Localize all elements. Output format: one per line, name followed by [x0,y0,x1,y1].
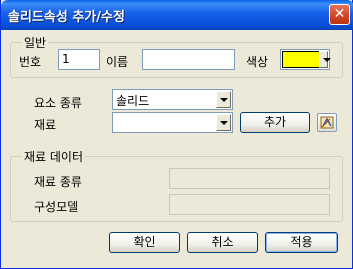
element-type-value: 솔리드 [116,94,150,108]
window-title: 솔리드속성 추가/수정 [8,10,125,25]
close-button[interactable]: ✕ [329,4,350,25]
chevron-down-icon[interactable] [216,91,231,108]
element-type-label: 요소 종류 [34,96,82,110]
general-group-legend: 일반 [22,34,49,51]
number-field[interactable]: 1 [58,49,100,70]
color-label: 색상 [246,55,269,69]
title-bar[interactable]: 솔리드속성 추가/수정 ✕ [1,0,353,30]
color-picker[interactable] [280,49,331,70]
material-label: 재료 [34,118,57,132]
material-type-label: 재료 종류 [34,175,82,189]
chevron-down-icon[interactable] [319,51,331,68]
material-data-legend: 재료 데이터 [22,148,86,165]
ok-button[interactable]: 확인 [109,232,180,253]
apply-button[interactable]: 적용 [265,232,338,253]
add-material-button[interactable]: 추가 [240,112,310,133]
material-select[interactable] [112,112,233,133]
material-editor-button[interactable] [317,113,337,132]
constitutive-model-label: 구성모델 [34,200,79,214]
color-swatch [282,51,321,68]
name-field[interactable] [142,49,235,70]
chevron-down-icon[interactable] [216,114,231,131]
constitutive-model-field [169,194,330,215]
number-label: 번호 [19,55,42,69]
name-label: 이름 [106,55,129,69]
material-editor-icon [320,116,334,129]
material-type-field [169,168,330,189]
dialog-window: 솔리드속성 추가/수정 ✕ 일반 번호 1 이름 색상 요소 종류 솔리드 재료… [0,0,353,269]
element-type-select[interactable]: 솔리드 [112,89,233,110]
cancel-button[interactable]: 취소 [187,232,258,253]
